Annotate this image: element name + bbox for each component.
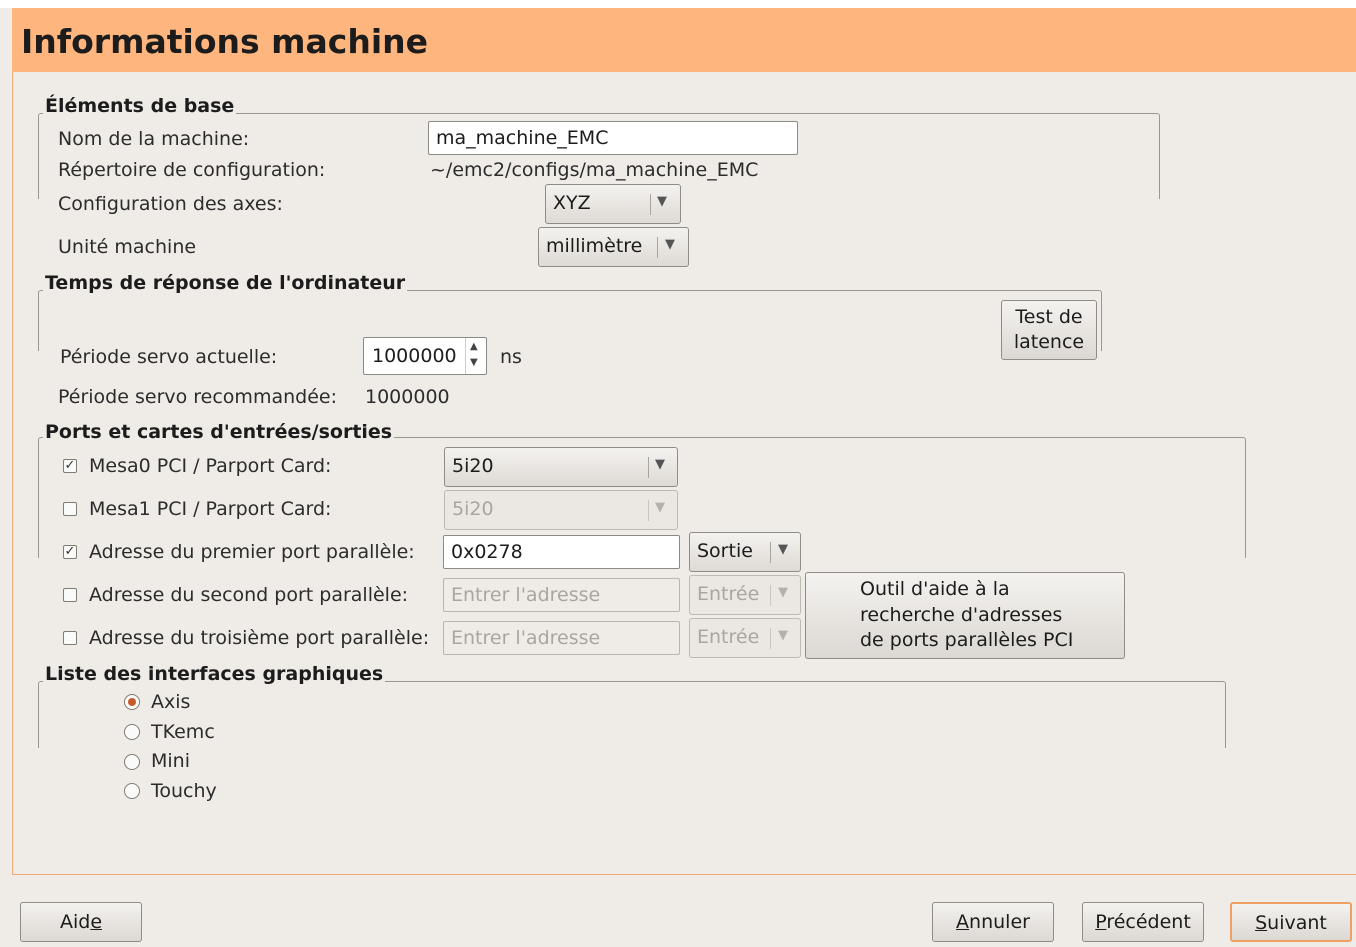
latency-frame (38, 290, 1102, 351)
port3-direction-combo[interactable]: Entrée ▼ (689, 618, 801, 658)
port2-label: Adresse du second port parallèle: (89, 584, 409, 606)
dropdown-arrow-icon: ▼ (778, 585, 788, 600)
pci-helper-label-line3: de ports parallèles PCI (860, 629, 1074, 651)
mesa0-checkbox[interactable]: ✓ (63, 459, 77, 473)
latency-test-button[interactable]: Test de latence (1001, 300, 1097, 360)
axes-config-combo[interactable]: XYZ ▼ (545, 184, 681, 224)
port3-address-input[interactable]: Entrer l'adresse (443, 621, 680, 655)
port1-address-input[interactable]: 0x0278 (443, 535, 680, 569)
gui-option-mini[interactable]: Mini (151, 750, 190, 772)
dropdown-arrow-icon: ▼ (778, 542, 788, 557)
port3-direction-value: Entrée (697, 626, 760, 648)
port1-direction-value: Sortie (697, 540, 753, 562)
gui-frame (38, 681, 1226, 748)
combo-separator (770, 542, 771, 563)
gui-frame-title: Liste des interfaces graphiques (43, 663, 386, 685)
port3-label: Adresse du troisième port parallèle: (89, 627, 430, 649)
io-frame-title: Ports et cartes d'entrées/sorties (43, 421, 395, 443)
port2-checkbox[interactable] (63, 588, 77, 602)
previous-label-post: récédent (1106, 911, 1191, 933)
spin-buttons[interactable]: ▲ ▼ (465, 338, 486, 374)
help-button[interactable]: Aide (20, 902, 142, 942)
latency-test-label-line2: latence (1013, 331, 1085, 353)
port1-label: Adresse du premier port parallèle: (89, 541, 415, 563)
next-mnemonic: S (1255, 912, 1268, 934)
config-dir-label: Répertoire de configuration: (58, 159, 326, 181)
combo-separator (650, 194, 651, 215)
pci-helper-label-line2: recherche d'adresses (860, 603, 1063, 626)
servo-period-spinbutton[interactable]: 1000000 ▲ ▼ (363, 337, 487, 375)
port2-direction-combo[interactable]: Entrée ▼ (689, 575, 801, 615)
mesa0-card-combo[interactable]: 5i20 ▼ (444, 447, 678, 487)
machine-unit-combo[interactable]: millimètre ▼ (538, 227, 689, 267)
recommended-servo-label: Période servo recommandée: (58, 386, 337, 408)
basics-frame-title: Éléments de base (43, 95, 237, 117)
axes-config-value: XYZ (553, 192, 591, 214)
pci-helper-label-line1: Outil d'aide à la (860, 578, 1010, 600)
axes-config-label: Configuration des axes: (58, 193, 283, 215)
cancel-button[interactable]: Annuler (932, 902, 1054, 942)
combo-separator (648, 500, 649, 521)
next-label-post: uivant (1267, 912, 1327, 934)
help-label-pre: Aid (59, 911, 91, 933)
dropdown-arrow-icon: ▼ (655, 500, 665, 515)
port2-address-input[interactable]: Entrer l'adresse (443, 578, 680, 612)
config-dir-value: ~/emc2/configs/ma_machine_EMC (430, 159, 759, 181)
gui-radio-axis[interactable] (124, 694, 140, 710)
latency-test-label-line1: Test de (1015, 306, 1083, 328)
port1-direction-combo[interactable]: Sortie ▼ (689, 532, 801, 572)
page-header: Informations machine (12, 8, 1356, 72)
combo-separator (657, 237, 658, 258)
recommended-servo-value: 1000000 (365, 386, 450, 408)
port3-checkbox[interactable] (63, 631, 77, 645)
pci-address-helper-button[interactable]: Outil d'aide à la recherche d'adresses d… (805, 572, 1125, 659)
previous-button[interactable]: Précédent (1082, 902, 1204, 942)
spin-up-icon[interactable]: ▲ (470, 341, 478, 352)
servo-period-label: Période servo actuelle: (60, 346, 278, 368)
machine-unit-value: millimètre (546, 235, 643, 257)
help-mnemonic: e (90, 911, 103, 933)
machine-unit-label: Unité machine (58, 236, 197, 258)
port1-checkbox[interactable]: ✓ (63, 545, 77, 559)
mesa1-checkbox[interactable] (63, 502, 77, 516)
cancel-mnemonic: A (956, 911, 970, 933)
port2-direction-value: Entrée (697, 583, 760, 605)
dropdown-arrow-icon: ▼ (655, 457, 665, 472)
page-title: Informations machine (21, 22, 429, 61)
servo-unit-label: ns (500, 346, 522, 368)
mesa1-card-combo[interactable]: 5i20 ▼ (444, 490, 678, 530)
gui-option-touchy[interactable]: Touchy (151, 780, 217, 802)
gui-radio-touchy[interactable] (124, 783, 140, 799)
previous-mnemonic: P (1095, 911, 1107, 933)
gui-radio-tkemc[interactable] (124, 724, 140, 740)
gui-option-tkemc[interactable]: TKemc (151, 721, 215, 743)
machine-name-label: Nom de la machine: (58, 128, 250, 150)
radio-selected-dot (128, 698, 136, 706)
gui-radio-mini[interactable] (124, 754, 140, 770)
latency-frame-title: Temps de réponse de l'ordinateur (43, 272, 408, 294)
dropdown-arrow-icon: ▼ (657, 194, 667, 209)
combo-separator (770, 628, 771, 649)
dropdown-arrow-icon: ▼ (665, 237, 675, 252)
gui-option-axis[interactable]: Axis (151, 691, 190, 713)
next-button[interactable]: Suivant (1230, 902, 1352, 942)
dropdown-arrow-icon: ▼ (778, 628, 788, 643)
spin-down-icon[interactable]: ▼ (470, 357, 478, 368)
mesa0-card-value: 5i20 (452, 455, 494, 477)
combo-separator (648, 457, 649, 478)
mesa0-label: Mesa0 PCI / Parport Card: (89, 455, 332, 477)
servo-period-value: 1000000 (372, 345, 457, 367)
machine-name-input[interactable]: ma_machine_EMC (428, 121, 798, 155)
cancel-label-post: nnuler (969, 911, 1030, 933)
mesa1-card-value: 5i20 (452, 498, 494, 520)
mesa1-label: Mesa1 PCI / Parport Card: (89, 498, 332, 520)
combo-separator (770, 585, 771, 606)
